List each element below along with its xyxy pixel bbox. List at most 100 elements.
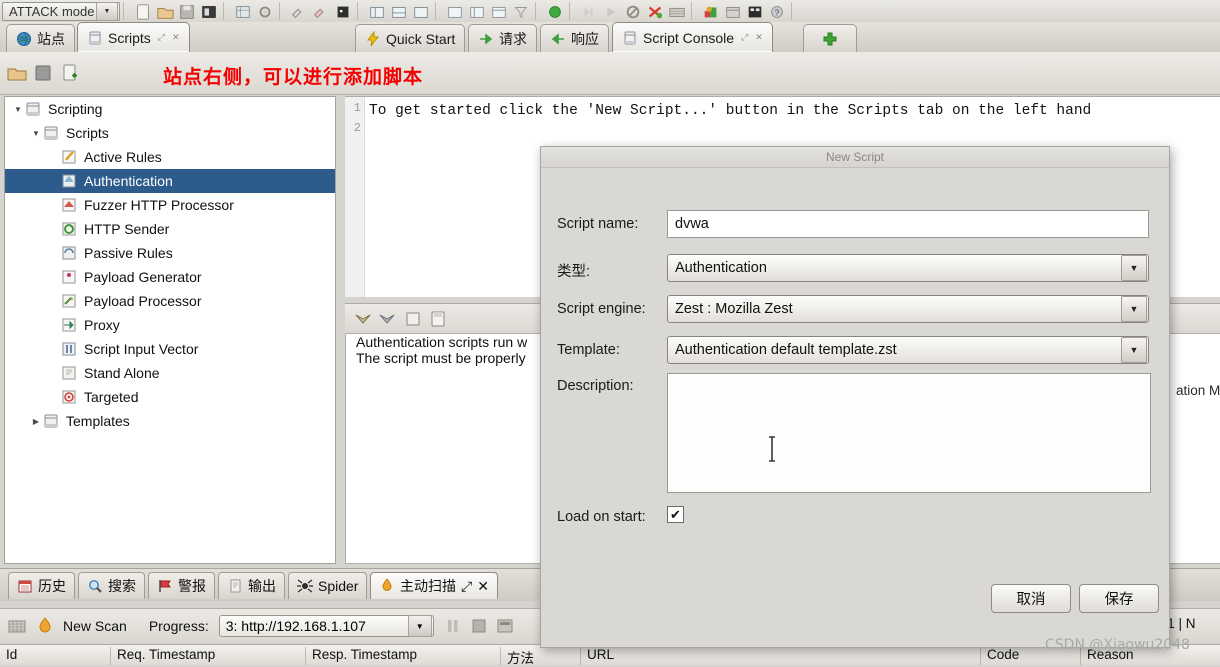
drop-icon[interactable] (645, 2, 665, 20)
open-session-icon[interactable] (155, 2, 175, 20)
table-column-header[interactable]: URL (580, 647, 980, 665)
tree-item-stand-alone[interactable]: Stand Alone (5, 361, 335, 385)
expand-icon[interactable] (311, 2, 331, 20)
show-tab-names-icon[interactable] (445, 2, 465, 20)
table-column-header[interactable]: Req. Timestamp (110, 647, 305, 665)
scan-progress-select[interactable]: 3: http://192.168.1.107 ▼ (218, 615, 434, 637)
tab-请求[interactable]: 请求 (468, 24, 537, 52)
run-script-icon[interactable] (353, 309, 373, 329)
help-icon[interactable]: ? (767, 2, 787, 20)
session-properties-icon[interactable] (233, 2, 253, 20)
template-label: Template: (557, 342, 620, 358)
chevron-down-icon[interactable]: ▼ (29, 129, 43, 138)
layout-full-icon[interactable] (367, 2, 387, 20)
scan-policy-icon[interactable] (723, 2, 743, 20)
tree-item-passive-rules[interactable]: Passive Rules (5, 241, 335, 265)
snapshot-icon[interactable] (199, 2, 219, 20)
tree-item-templates[interactable]: ▶ Templates (5, 409, 335, 433)
spider-start-icon[interactable] (545, 2, 565, 20)
script-name-value: dvwa (675, 216, 709, 232)
tab-响应[interactable]: 响应 (540, 24, 609, 52)
scan-options-icon[interactable] (494, 615, 516, 637)
tree-item-http-sender[interactable]: HTTP Sender (5, 217, 335, 241)
close-icon[interactable]: ✕ (172, 32, 180, 43)
attack-mode-select[interactable]: ATTACK mode ▼ (2, 1, 120, 21)
add-tab-button[interactable] (803, 24, 857, 52)
save-output-icon[interactable] (428, 309, 448, 329)
tree-item-script-input-vector[interactable]: Script Input Vector (5, 337, 335, 361)
load-script-icon[interactable] (6, 62, 28, 84)
keyboard-icon[interactable] (667, 2, 687, 20)
tree-item-scripts[interactable]: ▼ Scripts (5, 121, 335, 145)
report-icon[interactable] (333, 2, 353, 20)
script-engine-select[interactable]: Zest : Mozilla Zest ▼ (667, 295, 1149, 323)
stop-scan-icon[interactable] (468, 615, 490, 637)
pin-icon[interactable]: ⤢ (461, 578, 472, 595)
tree-item-payload-processor[interactable]: Payload Processor (5, 289, 335, 313)
layout-vertical-icon[interactable] (411, 2, 431, 20)
tab-quick-start[interactable]: Quick Start (355, 24, 466, 52)
template-select[interactable]: Authentication default template.zst ▼ (667, 336, 1149, 364)
new-session-icon[interactable] (133, 2, 153, 20)
tree-item-active-rules[interactable]: Active Rules (5, 145, 335, 169)
clear-console-icon[interactable] (403, 309, 423, 329)
resume-icon[interactable] (601, 2, 621, 20)
chevron-down-icon[interactable]: ▼ (407, 615, 432, 637)
table-column-header[interactable]: Resp. Timestamp (305, 647, 500, 665)
cancel-button[interactable]: 取消 (991, 584, 1071, 613)
table-column-header[interactable]: Id (0, 647, 110, 665)
save-button[interactable]: 保存 (1079, 584, 1159, 613)
table-column-header[interactable]: 方法 (500, 647, 580, 666)
chevron-right-icon[interactable]: ▶ (29, 417, 43, 426)
chevron-down-icon[interactable]: ▼ (1121, 255, 1147, 281)
scan-progress-icon[interactable] (745, 2, 765, 20)
description-textarea[interactable] (667, 373, 1151, 493)
layout-horizontal-icon[interactable] (389, 2, 409, 20)
chevron-down-icon[interactable]: ▼ (1121, 337, 1147, 363)
show-all-tabs-icon[interactable] (467, 2, 487, 20)
pin-icon[interactable]: ⤢ (741, 32, 748, 43)
main-toolbar: ATTACK mode ▼ ? (0, 0, 1220, 23)
tree-item-payload-generator[interactable]: Payload Generator (5, 265, 335, 289)
bottom-tab-警报[interactable]: 警报 (148, 572, 215, 599)
manage-addons-icon[interactable] (255, 2, 275, 20)
stop-script-icon[interactable] (377, 309, 397, 329)
new-scan-label[interactable]: New Scan (63, 618, 127, 634)
bottom-tab-历史[interactable]: 历史 (8, 572, 75, 599)
pin-icon[interactable]: ⤢ (158, 32, 165, 43)
tab-script-console[interactable]: Script Console ⤢ ✕ (612, 22, 773, 52)
tree-item-proxy[interactable]: Proxy (5, 313, 335, 337)
break-off-icon[interactable] (623, 2, 643, 20)
show-request-tab-icon[interactable] (489, 2, 509, 20)
bottom-tab-输出[interactable]: 输出 (218, 572, 285, 599)
active-scan-icon[interactable] (34, 615, 56, 637)
bottom-tab-主动扫描[interactable]: 主动扫描 ⤢ ✕ (370, 572, 498, 599)
options-icon[interactable] (289, 2, 309, 20)
tree-item-scripting[interactable]: ▼ Scripting (5, 97, 335, 121)
bottom-tab-搜索[interactable]: 搜索 (78, 572, 145, 599)
chevron-down-icon[interactable]: ▼ (11, 105, 25, 114)
save-session-icon[interactable] (177, 2, 197, 20)
close-icon[interactable]: ✕ (755, 32, 763, 43)
filter-icon[interactable] (511, 2, 531, 20)
tree-item-targeted[interactable]: Targeted (5, 385, 335, 409)
scripts-tree-panel[interactable]: ▼ Scripting ▼ Scripts Active Rules Authentica… (4, 96, 336, 564)
alerts-icon[interactable] (701, 2, 721, 20)
stand-alone-icon (61, 365, 79, 381)
tree-item-authentication[interactable]: Authentication (5, 169, 335, 193)
step-icon[interactable] (579, 2, 599, 20)
stop-script-icon[interactable] (32, 62, 54, 84)
chevron-down-icon[interactable]: ▼ (1121, 296, 1147, 322)
load-on-start-checkbox[interactable]: ✔ (667, 506, 684, 523)
chevron-down-icon[interactable]: ▼ (96, 1, 118, 21)
grid-icon[interactable] (6, 615, 28, 637)
tab-站点[interactable]: 站点 (6, 24, 75, 52)
close-icon[interactable]: ✕ (477, 578, 489, 595)
script-type-select[interactable]: Authentication ▼ (667, 254, 1149, 282)
pause-scan-icon[interactable] (442, 615, 464, 637)
script-name-input[interactable]: dvwa (667, 210, 1149, 238)
new-script-icon[interactable] (60, 62, 82, 84)
tree-item-fuzzer-http-processor[interactable]: Fuzzer HTTP Processor (5, 193, 335, 217)
tab-scripts[interactable]: Scripts ⤢ ✕ (77, 22, 190, 52)
bottom-tab-Spider[interactable]: Spider (288, 572, 368, 599)
